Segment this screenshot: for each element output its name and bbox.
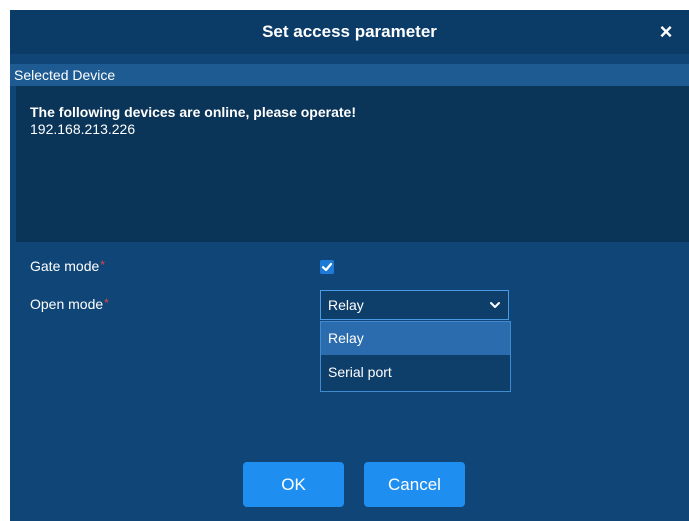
checkmark-icon [321,262,333,272]
cancel-button[interactable]: Cancel [364,462,465,507]
gate-mode-label-text: Gate mode [30,258,100,274]
selected-device-title: Selected Device [14,67,116,83]
gate-mode-label: Gate mode* [30,258,105,274]
open-mode-label-text: Open mode [30,296,104,312]
close-icon: × [659,19,673,44]
ok-button[interactable]: OK [243,462,344,507]
open-mode-label: Open mode* [30,296,109,312]
selected-device-header: Selected Device [10,64,689,86]
required-marker: * [100,258,105,272]
open-mode-option-relay[interactable]: Relay [321,322,510,355]
close-button[interactable]: × [653,18,679,46]
open-mode-select[interactable]: Relay [320,290,509,320]
access-parameter-dialog: Set access parameter × Selected Device T… [10,10,689,521]
chevron-down-icon [490,302,500,308]
online-devices-message: The following devices are online, please… [30,104,356,120]
open-mode-option-serial-port[interactable]: Serial port [321,356,510,389]
dialog-titlebar: Set access parameter × [10,10,689,54]
open-mode-selected-value: Relay [328,297,364,313]
gate-mode-checkbox[interactable] [320,260,334,274]
device-list-panel: The following devices are online, please… [16,86,689,242]
required-marker: * [104,296,109,310]
device-ip-address[interactable]: 192.168.213.226 [30,121,135,137]
open-mode-dropdown-list: Relay Serial port [320,321,511,392]
dialog-title: Set access parameter [262,22,437,41]
